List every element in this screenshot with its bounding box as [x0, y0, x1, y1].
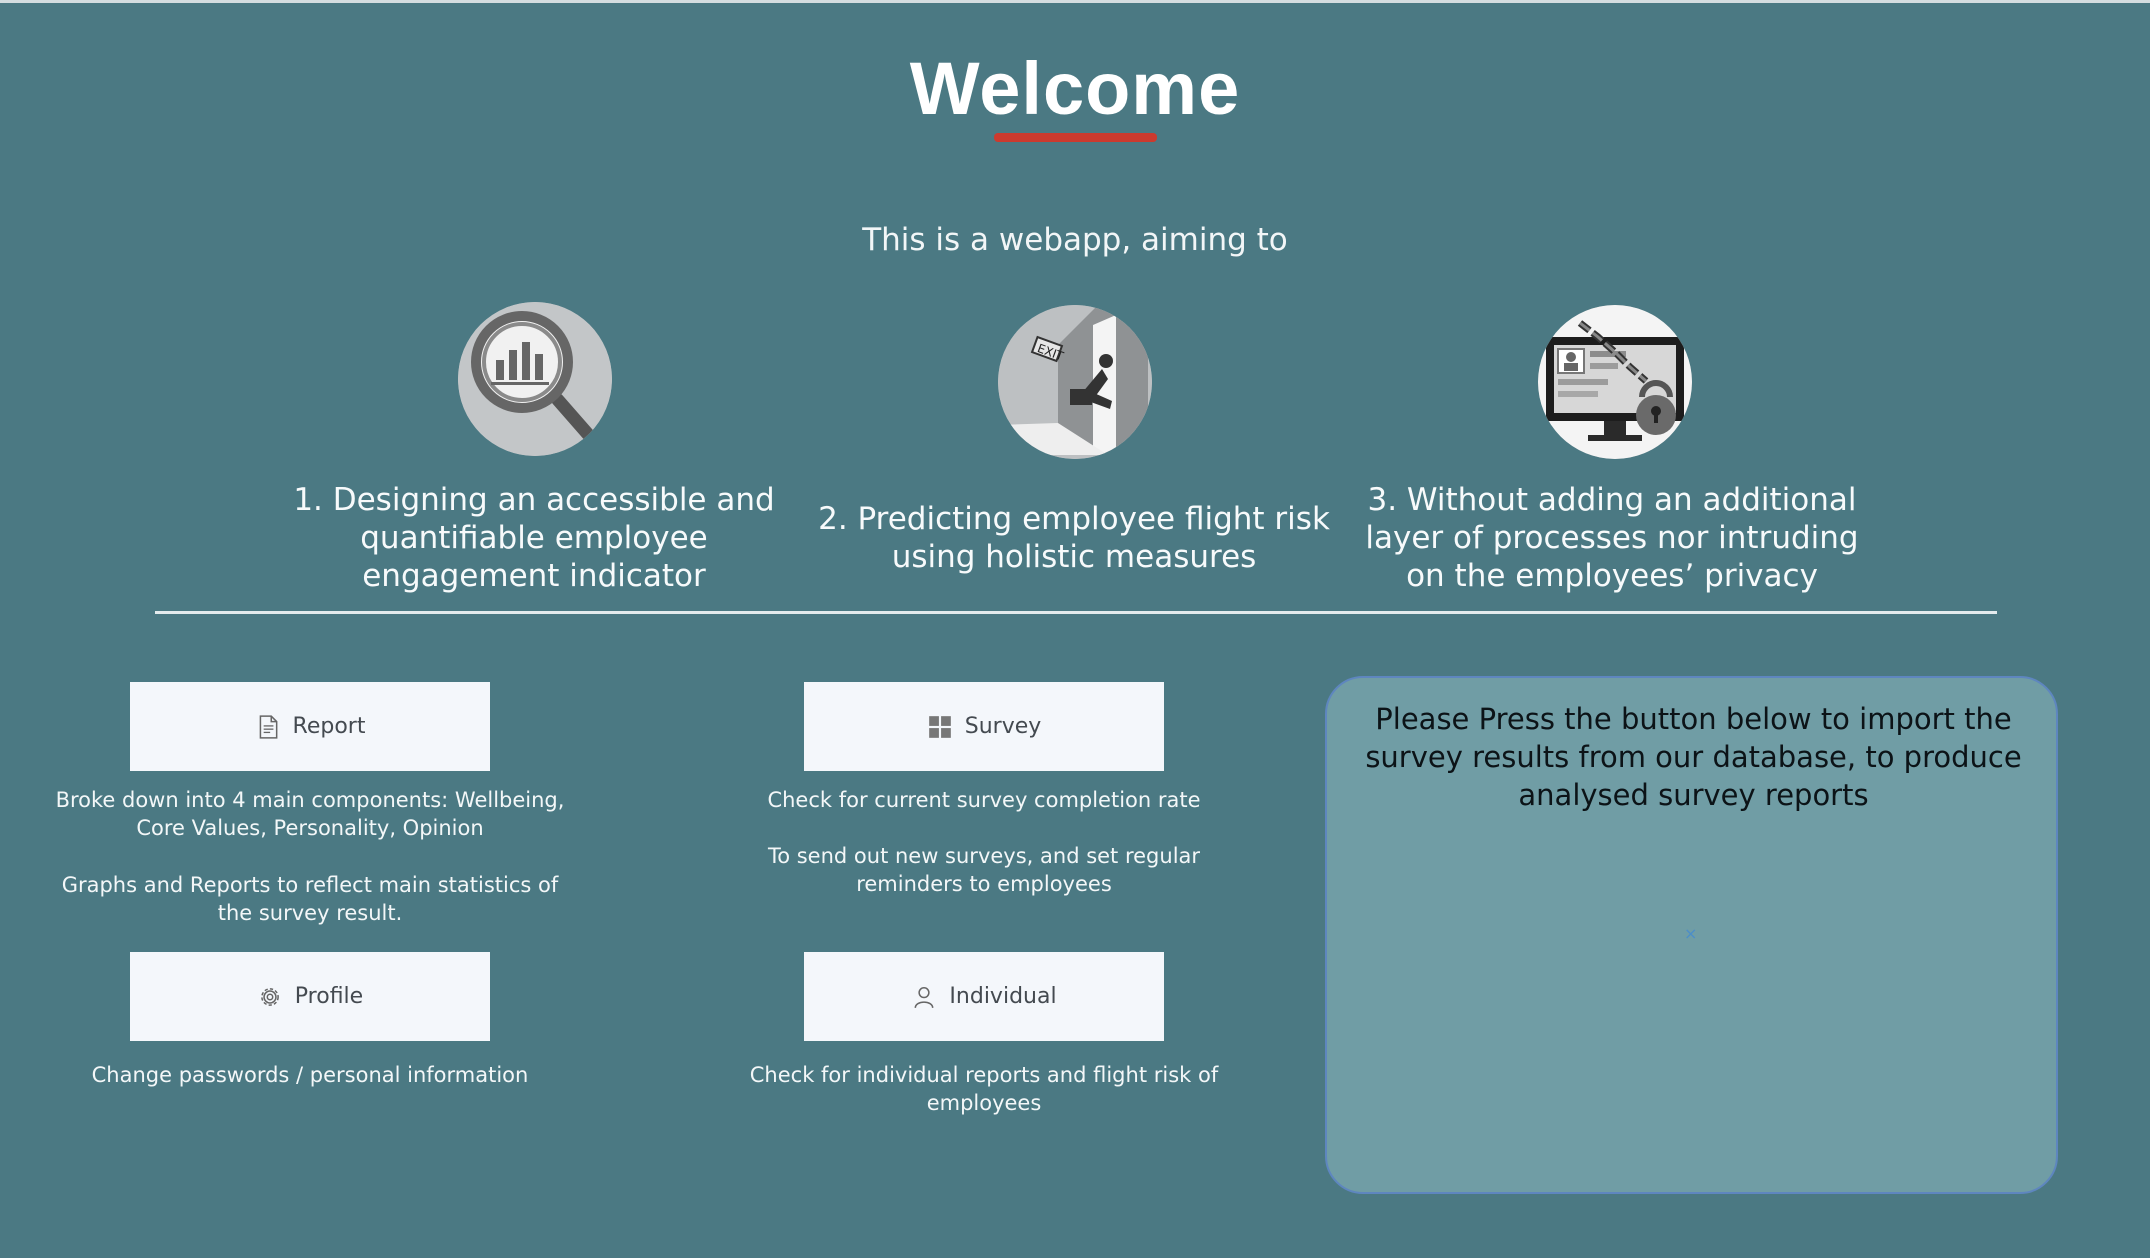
report-button[interactable]: Report [130, 682, 490, 771]
person-icon [914, 986, 934, 1008]
magnifier-chart-icon [458, 302, 612, 456]
import-panel: Please Press the button below to import … [1325, 676, 2058, 1194]
individual-button-label: Individual [949, 984, 1057, 1009]
title-underline [994, 133, 1157, 142]
page-title: Welcome [909, 47, 1241, 130]
individual-description: Check for individual reports and flight … [749, 1063, 1219, 1115]
survey-description-reminders: To send out new surveys, and set regular… [767, 844, 1201, 896]
goal-2-text: 2. Predicting employee flight risk using… [818, 501, 1330, 575]
page-subtitle: This is a webapp, aiming to [862, 222, 1288, 258]
survey-description-completion: Check for current survey completion rate [767, 788, 1201, 812]
profile-button-label: Profile [294, 984, 364, 1009]
profile-description: Change passwords / personal information [91, 1063, 529, 1087]
exit-door-icon: EXIT [998, 305, 1152, 459]
gear-icon [260, 987, 279, 1006]
survey-button-label: Survey [964, 714, 1042, 739]
top-border [0, 0, 2150, 3]
grid-icon [928, 715, 951, 738]
individual-button[interactable]: Individual [804, 952, 1164, 1041]
survey-button[interactable]: Survey [804, 682, 1164, 771]
goal-1-text: 1. Designing an accessible and quantifia… [293, 482, 775, 594]
report-description-graphs: Graphs and Reports to reflect main stati… [61, 873, 559, 925]
report-button-label: Report [292, 714, 366, 739]
document-icon [259, 714, 277, 739]
profile-button[interactable]: Profile [130, 952, 490, 1041]
section-divider [155, 611, 1997, 614]
report-description-components: Broke down into 4 main components: Wellb… [55, 788, 565, 840]
locked-monitor-icon [1538, 305, 1692, 459]
goal-3-text: 3. Without adding an additional layer of… [1365, 482, 1859, 594]
import-button-placeholder[interactable]: × [1684, 924, 1697, 943]
import-instructions: Please Press the button below to import … [1365, 702, 2022, 812]
